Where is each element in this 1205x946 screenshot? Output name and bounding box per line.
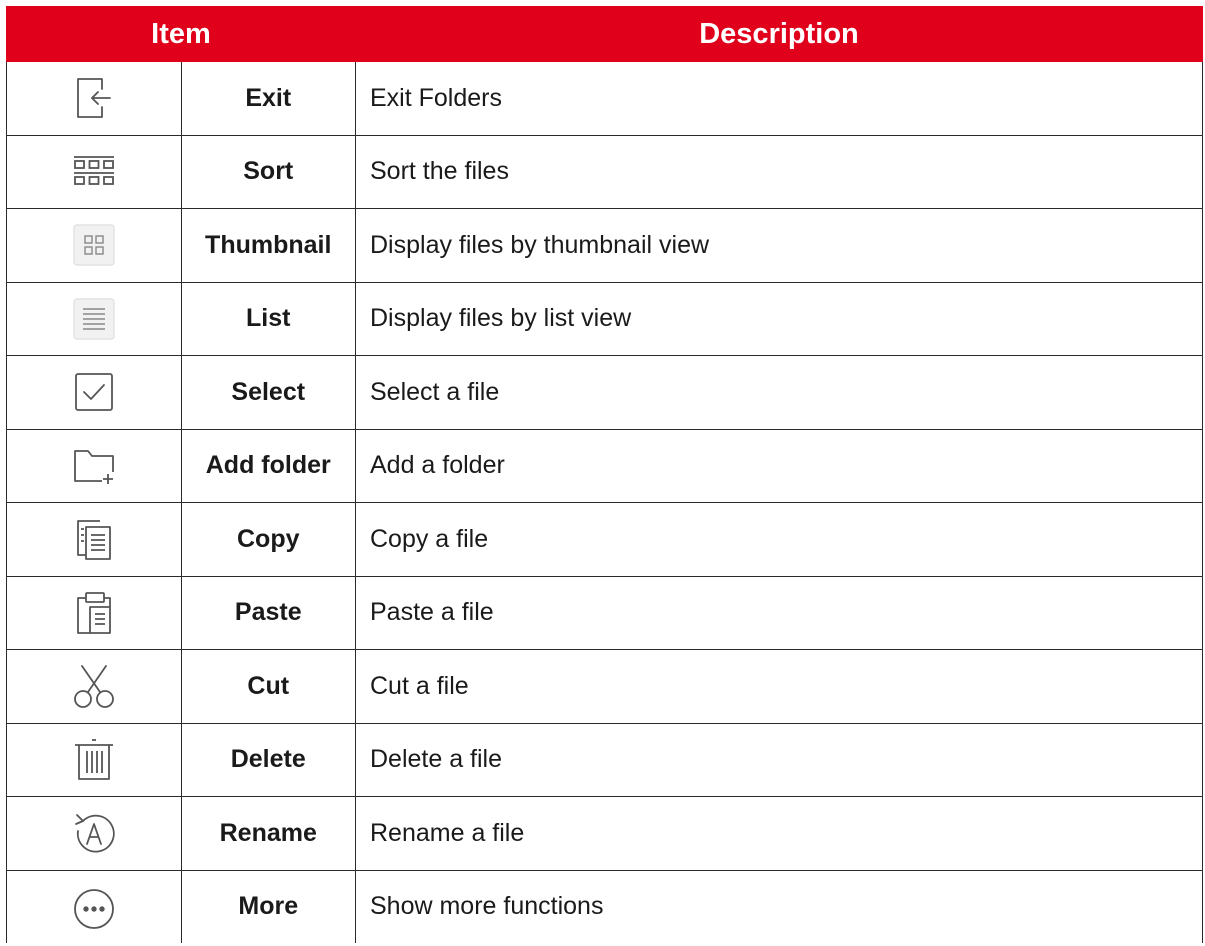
icon-cell	[6, 281, 182, 356]
icon-cell	[6, 355, 182, 430]
add-folder-icon	[70, 442, 118, 490]
icon-cell	[6, 575, 182, 650]
table-row: Exit Exit Folders	[6, 61, 1203, 136]
icon-cell	[6, 869, 182, 943]
icon-cell	[6, 722, 182, 797]
item-description: Exit Folders	[355, 61, 1203, 136]
table-row: Paste Paste a file	[6, 575, 1203, 650]
icon-cell	[6, 208, 182, 283]
table-row: Copy Copy a file	[6, 502, 1203, 577]
table-row: Cut Cut a file	[6, 649, 1203, 724]
item-name: Add folder	[180, 428, 356, 503]
icon-cell	[6, 649, 182, 724]
item-name: Delete	[180, 722, 356, 797]
item-description: Copy a file	[355, 502, 1203, 577]
item-description: Select a file	[355, 355, 1203, 430]
table-row: Delete Delete a file	[6, 722, 1203, 797]
icon-cell	[6, 796, 182, 871]
item-name: Thumbnail	[180, 208, 356, 283]
table-row: Add folder Add a folder	[6, 428, 1203, 503]
scissors-icon	[70, 662, 118, 710]
item-name: More	[180, 869, 356, 943]
select-icon	[70, 368, 118, 416]
item-description: Display files by thumbnail view	[355, 208, 1203, 283]
item-description: Paste a file	[355, 575, 1203, 650]
item-name: Exit	[180, 61, 356, 136]
rename-icon	[70, 809, 118, 857]
table-header-row: Item Description	[6, 6, 1203, 62]
table-row: List Display files by list view	[6, 281, 1203, 356]
item-description: Cut a file	[355, 649, 1203, 724]
trash-icon	[70, 736, 118, 784]
item-description: Rename a file	[355, 796, 1203, 871]
icon-cell	[6, 61, 182, 136]
item-name: Copy	[180, 502, 356, 577]
item-description: Display files by list view	[355, 281, 1203, 356]
thumbnail-icon	[70, 221, 118, 269]
item-name: List	[180, 281, 356, 356]
item-name: Paste	[180, 575, 356, 650]
item-description: Delete a file	[355, 722, 1203, 797]
item-description: Add a folder	[355, 428, 1203, 503]
item-name: Select	[180, 355, 356, 430]
list-icon	[70, 295, 118, 343]
sort-icon	[70, 148, 118, 196]
paste-icon	[70, 589, 118, 637]
item-name: Rename	[180, 796, 356, 871]
exit-icon	[70, 74, 118, 122]
item-name: Cut	[180, 649, 356, 724]
table-row: Rename Rename a file	[6, 796, 1203, 871]
function-table: Item Description Exit Exit Folders Sort …	[6, 6, 1203, 943]
copy-icon	[70, 515, 118, 563]
item-description: Show more functions	[355, 869, 1203, 943]
header-description: Description	[355, 6, 1203, 62]
icon-cell	[6, 428, 182, 503]
item-name: Sort	[180, 134, 356, 209]
table-row: Select Select a file	[6, 355, 1203, 430]
more-icon	[70, 883, 118, 931]
icon-cell	[6, 134, 182, 209]
item-description: Sort the files	[355, 134, 1203, 209]
icon-cell	[6, 502, 182, 577]
table-row: Sort Sort the files	[6, 134, 1203, 209]
table-row: Thumbnail Display files by thumbnail vie…	[6, 208, 1203, 283]
header-item: Item	[6, 6, 356, 62]
table-row: More Show more functions	[6, 869, 1203, 943]
